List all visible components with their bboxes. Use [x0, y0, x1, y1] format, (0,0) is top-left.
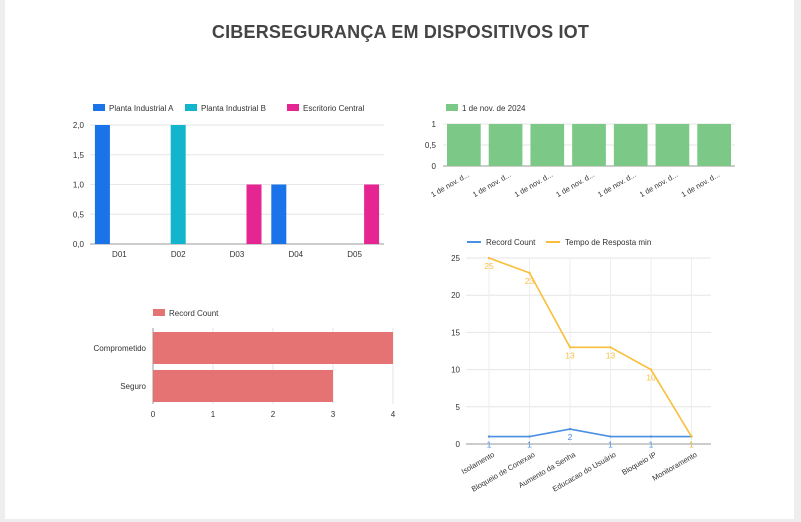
x-tick-label: D04 — [288, 250, 303, 259]
y-tick-label: 1,5 — [73, 151, 85, 160]
data-label: 1 — [608, 440, 613, 450]
bar — [655, 124, 690, 166]
x-tick-label: Monitoramento — [651, 450, 699, 483]
y-tick-label: 1 — [432, 120, 437, 129]
x-tick-label: D03 — [230, 250, 245, 259]
response-line-chart: Record Count Tempo de Resposta min 0 5 10 15 2… — [451, 238, 711, 494]
bar — [246, 184, 262, 244]
legend-swatch — [153, 309, 165, 316]
data-point — [528, 271, 531, 275]
bar — [94, 125, 110, 244]
status-bar-chart: Record Count 0 1 2 3 4 Comprometido Seguro — [94, 309, 396, 419]
charts-canvas: Planta Industrial A Planta Industrial B Es… — [73, 104, 735, 494]
data-label: 23 — [525, 276, 535, 286]
x-tick-label: 0 — [151, 410, 156, 419]
x-tick-label: 1 — [211, 410, 216, 419]
bar — [572, 124, 606, 166]
legend-label: Escritorio Central — [303, 104, 365, 113]
data-label: 1 — [527, 440, 532, 450]
data-point — [568, 427, 572, 431]
data-label: 1 — [689, 440, 694, 450]
legend-swatch — [185, 104, 197, 111]
data-point — [528, 435, 531, 438]
data-point — [568, 346, 572, 349]
bar — [697, 124, 731, 166]
x-tick-label: 1 de nov. d... — [471, 170, 513, 199]
x-tick-label: 3 — [331, 410, 336, 419]
data-point — [609, 435, 612, 438]
legend-swatch — [287, 104, 299, 111]
bar — [271, 184, 287, 244]
y-tick-label: 15 — [451, 328, 460, 337]
y-tick-label: Seguro — [120, 382, 146, 391]
bar — [170, 125, 186, 244]
data-label: 2 — [568, 432, 573, 442]
legend-label: Record Count — [169, 309, 219, 318]
bar — [488, 124, 523, 166]
x-tick-label: D02 — [171, 250, 186, 259]
data-point — [487, 435, 491, 438]
x-tick-label: D01 — [112, 250, 127, 259]
series-line — [488, 257, 693, 437]
legend-label: Planta Industrial B — [201, 104, 266, 113]
y-tick-label: Comprometido — [94, 344, 147, 353]
bar — [364, 184, 380, 244]
bar — [153, 370, 333, 402]
data-point — [649, 435, 653, 438]
y-tick-label: 0 — [432, 162, 437, 171]
y-tick-label: 0 — [456, 440, 461, 449]
y-tick-label: 0,0 — [73, 240, 85, 249]
data-label: 13 — [565, 350, 575, 360]
legend-label: 1 de nov. de 2024 — [462, 104, 526, 113]
x-tick-label: 1 de nov. d... — [638, 170, 680, 199]
y-tick-label: 1,0 — [73, 181, 85, 190]
data-label: 25 — [484, 261, 494, 271]
x-tick-label: 4 — [391, 410, 396, 419]
x-tick-label: 1 de nov. d... — [596, 170, 638, 199]
x-tick-label: 1 de nov. d... — [680, 170, 722, 199]
x-tick-label: 2 — [271, 410, 276, 419]
date-bar-chart: 1 de nov. de 202400,511 de nov. d... 1 de… — [425, 104, 735, 199]
x-tick-label: D05 — [347, 250, 362, 259]
x-tick-label: 1 de nov. d... — [429, 170, 471, 199]
device-bar-chart: Planta Industrial A Planta Industrial B Es… — [73, 104, 384, 259]
y-tick-label: 10 — [451, 366, 460, 375]
bar — [153, 332, 393, 364]
y-tick-label: 20 — [451, 291, 460, 300]
legend-swatch — [93, 104, 105, 111]
y-tick-label: 0,5 — [73, 210, 85, 219]
x-tick-label: Isolamento — [460, 450, 496, 476]
y-tick-label: 0,5 — [425, 141, 437, 150]
y-tick-label: 25 — [451, 254, 460, 263]
legend-label: Record Count — [486, 238, 536, 247]
y-tick-label: 5 — [456, 403, 461, 412]
data-point — [609, 346, 612, 349]
y-tick-label: 2,0 — [73, 121, 85, 130]
legend-swatch — [446, 104, 458, 111]
bar — [613, 124, 648, 166]
legend-label: Tempo de Resposta min — [565, 238, 651, 247]
data-point — [690, 435, 693, 438]
data-label: 1 — [487, 440, 492, 450]
data-label: 1 — [649, 440, 654, 450]
bar — [447, 124, 481, 166]
data-point — [487, 256, 491, 260]
x-tick-label: 1 de nov. d... — [554, 170, 596, 199]
x-tick-label: 1 de nov. d... — [513, 170, 555, 199]
bar — [530, 124, 565, 166]
data-point — [649, 368, 653, 371]
data-label: 13 — [606, 350, 616, 360]
legend-label: Planta Industrial A — [109, 104, 174, 113]
data-label: 10 — [646, 373, 656, 383]
series-line — [489, 428, 692, 438]
